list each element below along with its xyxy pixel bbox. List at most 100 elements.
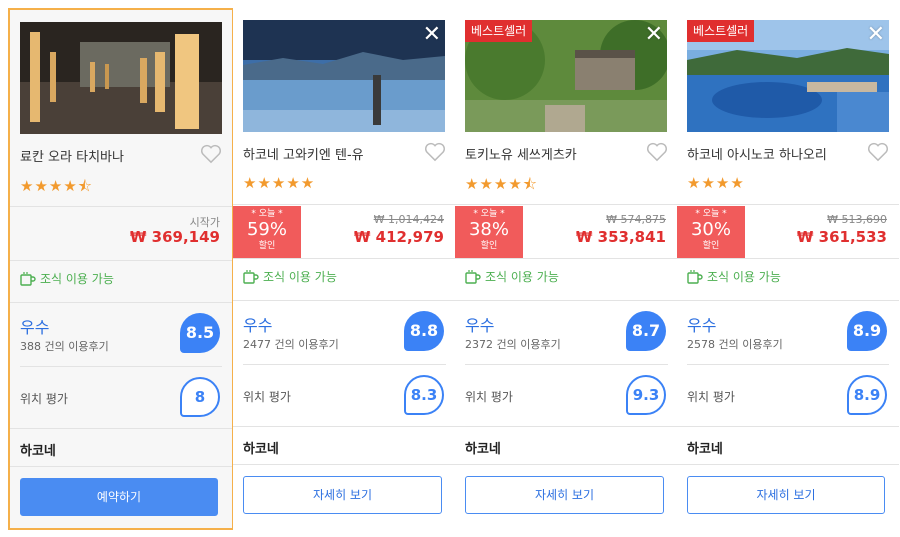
breakfast-label: 조식 이용 가능 [40,272,114,286]
location-label: 위치 평가 [243,390,291,404]
divider [233,464,456,465]
breakfast-info: 조식 이용 가능 [20,270,114,287]
location-score-badge: 8.3 [404,375,444,415]
price-block: * 오늘 * 30% 할인 ₩ 513,690 ₩ 361,533 [677,206,899,258]
divider [677,426,899,427]
discount-today: * 오늘 * [251,209,283,219]
location-score-badge: 8.9 [847,375,887,415]
divider [465,364,668,365]
star-rating: ★★★★⯪ [20,177,93,195]
hotel-card[interactable]: 베스트셀러 ✕ 토키노유 세쓰게츠카 ★★★★⯪ * 오늘 * 38% 할인 ₩… [455,8,678,530]
hotel-photo[interactable]: 베스트셀러 ✕ [687,20,889,132]
breakfast-label: 조식 이용 가능 [707,270,781,284]
hotel-name[interactable]: 료칸 오라 타치바나 [20,146,124,165]
coffee-cup-icon [687,269,703,284]
divider [455,300,678,301]
divider [677,204,899,205]
heart-icon[interactable] [646,142,668,162]
review-count[interactable]: 388 건의 이용후기 [20,338,109,354]
heart-icon[interactable] [867,142,889,162]
details-button[interactable]: 자세히 보기 [243,476,442,514]
original-price: ₩ 513,690 [827,213,887,226]
discount-percent: 38% [468,219,509,240]
divider [233,300,456,301]
divider [243,364,446,365]
coffee-cup-icon [243,269,259,284]
divider [455,204,678,205]
hotel-name[interactable]: 토키노유 세쓰게츠카 [465,144,577,163]
rating-word: 우수 [465,316,495,335]
coffee-cup-icon [465,269,481,284]
discount-badge: * 오늘 * 59% 할인 [233,206,301,258]
location-label: 위치 평가 [20,392,68,406]
price: ₩ 353,841 [575,228,666,246]
price-block: * 오늘 * 59% 할인 ₩ 1,014,424 ₩ 412,979 [233,206,456,258]
discount-word: 할인 [258,241,276,251]
discount-percent: 59% [246,219,287,240]
discount-badge: * 오늘 * 38% 할인 [455,206,523,258]
close-icon[interactable]: ✕ [645,22,663,48]
star-rating: ★★★★ [687,174,745,192]
location-score-badge: 8 [180,377,220,417]
price: ₩ 369,149 [129,228,220,246]
divider [455,426,678,427]
hotel-card[interactable]: 료칸 오라 타치바나 ★★★★⯪ 시작가 ₩ 369,149 조식 이용 가능 … [8,8,234,530]
discount-percent: 30% [690,219,731,240]
price-block: * 오늘 * 38% 할인 ₩ 574,875 ₩ 353,841 [455,206,678,258]
heart-icon[interactable] [200,144,222,164]
divider [10,206,232,207]
star-rating: ★★★★★ [243,174,316,192]
divider [20,366,222,367]
divider [10,302,232,303]
divider [10,466,232,467]
discount-word: 할인 [480,241,498,251]
breakfast-label: 조식 이용 가능 [263,270,337,284]
book-button[interactable]: 예약하기 [20,478,218,516]
hotel-card[interactable]: 베스트셀러 ✕ 하코네 아시노코 하나오리 ★★★★ * 오늘 * 30% 할인… [677,8,899,530]
breakfast-info: 조식 이용 가능 [465,268,559,285]
discount-today: * 오늘 * [473,209,505,219]
discount-today: * 오늘 * [695,209,727,219]
divider [233,258,456,259]
hotel-card[interactable]: ✕ 하코네 고와키엔 텐-유 ★★★★★ * 오늘 * 59% 할인 ₩ 1,0… [233,8,456,530]
details-button[interactable]: 자세히 보기 [465,476,664,514]
price-block: 시작가 ₩ 369,149 [10,208,232,260]
heart-icon[interactable] [424,142,446,162]
divider [455,464,678,465]
divider [10,428,232,429]
divider [233,204,456,205]
review-count[interactable]: 2477 건의 이용후기 [243,336,339,352]
divider [687,364,889,365]
region-label: 하코네 [687,442,723,457]
coffee-cup-icon [20,271,36,286]
breakfast-info: 조식 이용 가능 [243,268,337,285]
divider [677,258,899,259]
original-price: ₩ 574,875 [606,213,666,226]
review-count[interactable]: 2372 건의 이용후기 [465,336,561,352]
divider [677,300,899,301]
hotel-photo[interactable] [20,22,222,134]
bestseller-badge: 베스트셀러 [687,20,755,42]
rating-word: 우수 [687,316,717,335]
divider [677,464,899,465]
score-badge: 8.8 [404,311,444,351]
hotel-name[interactable]: 하코네 고와키엔 텐-유 [243,144,364,163]
hotel-photo[interactable]: 베스트셀러 ✕ [465,20,667,132]
price: ₩ 361,533 [796,228,887,246]
discount-badge: * 오늘 * 30% 할인 [677,206,745,258]
rating-word: 우수 [243,316,273,335]
hotel-photo[interactable]: ✕ [243,20,445,132]
divider [455,258,678,259]
close-icon[interactable]: ✕ [867,22,885,48]
price: ₩ 412,979 [353,228,444,246]
divider [10,260,232,261]
rating-word: 우수 [20,318,50,337]
details-button[interactable]: 자세히 보기 [687,476,885,514]
breakfast-label: 조식 이용 가능 [485,270,559,284]
breakfast-info: 조식 이용 가능 [687,268,781,285]
original-price: ₩ 1,014,424 [373,213,444,226]
close-icon[interactable]: ✕ [423,22,441,48]
review-count[interactable]: 2578 건의 이용후기 [687,336,783,352]
discount-word: 할인 [702,241,720,251]
hotel-name[interactable]: 하코네 아시노코 하나오리 [687,144,827,163]
